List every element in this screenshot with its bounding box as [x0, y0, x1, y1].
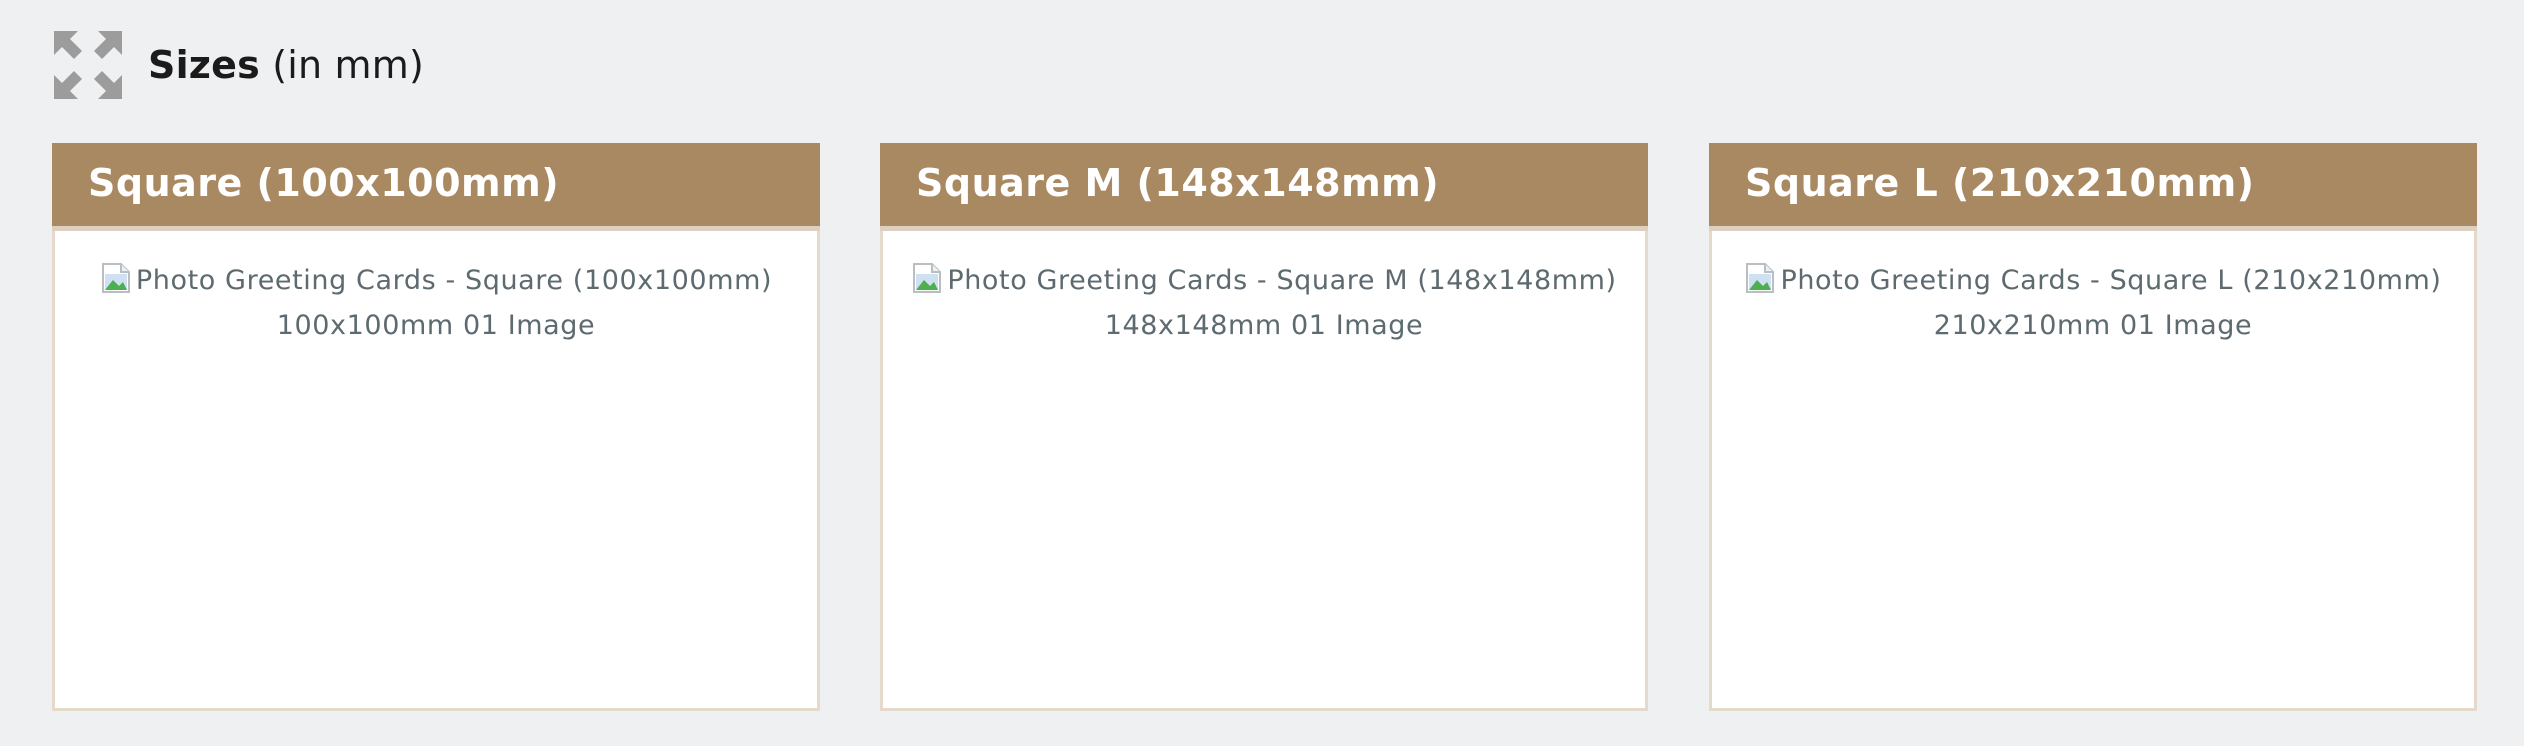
card-header: Square L (210x210mm): [1709, 143, 2477, 231]
size-card-square-m[interactable]: Square M (148x148mm) Photo Greeting Card…: [880, 143, 1648, 711]
card-title: Square L (210x210mm): [1745, 161, 2255, 205]
image-alt-text: Photo Greeting Cards - Square M (148x148…: [947, 265, 1617, 341]
sizes-title-unit: (in mm): [272, 43, 424, 87]
card-image: Photo Greeting Cards - Square (100x100mm…: [79, 258, 793, 348]
card-image: Photo Greeting Cards - Square L (210x210…: [1736, 258, 2450, 348]
image-alt-text: Photo Greeting Cards - Square (100x100mm…: [135, 265, 773, 341]
sizes-title-bold: Sizes: [148, 43, 260, 87]
card-image: Photo Greeting Cards - Square M (148x148…: [907, 258, 1621, 348]
broken-image-icon: [101, 263, 130, 293]
card-title: Square M (148x148mm): [916, 161, 1440, 205]
card-title: Square (100x100mm): [88, 161, 560, 205]
size-card-square[interactable]: Square (100x100mm) Photo Greeting Cards …: [52, 143, 820, 711]
sizes-header: Sizes (in mm): [52, 30, 424, 100]
card-header: Square (100x100mm): [52, 143, 820, 231]
size-card-square-l[interactable]: Square L (210x210mm) Photo Greeting Card…: [1709, 143, 2477, 711]
expand-arrows-icon: [54, 31, 122, 99]
sizes-title: Sizes (in mm): [148, 43, 424, 87]
card-header: Square M (148x148mm): [880, 143, 1648, 231]
image-alt-text: Photo Greeting Cards - Square L (210x210…: [1780, 265, 2442, 341]
broken-image-icon: [913, 263, 942, 293]
broken-image-icon: [1746, 263, 1775, 293]
